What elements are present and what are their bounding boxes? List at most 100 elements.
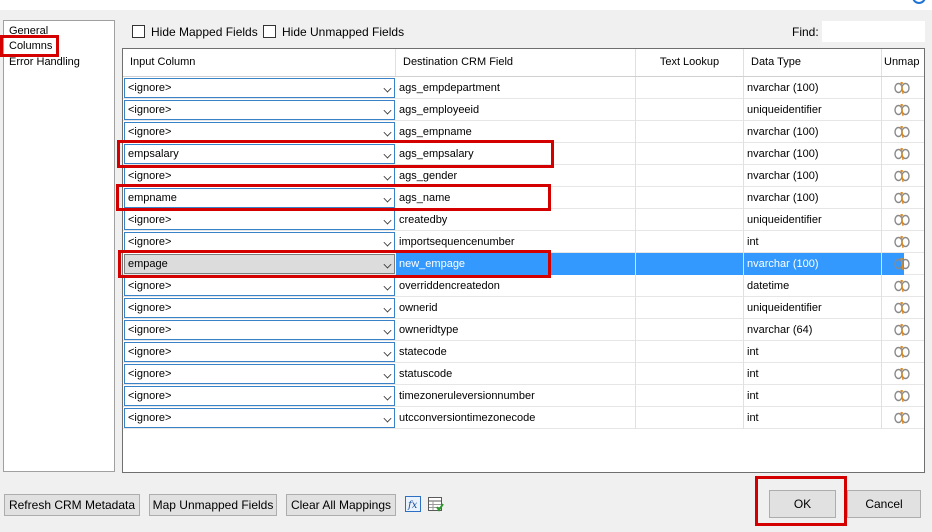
- text-lookup-cell[interactable]: [636, 143, 744, 165]
- spreadsheet-icon[interactable]: [428, 496, 444, 512]
- input-column-dropdown[interactable]: <ignore>: [124, 320, 395, 340]
- cancel-button[interactable]: Cancel: [847, 490, 921, 518]
- chevron-down-icon[interactable]: [383, 216, 392, 225]
- checkbox-box[interactable]: [263, 25, 276, 38]
- table-row[interactable]: <ignore> timezoneruleversionnumber int: [123, 385, 924, 407]
- chevron-down-icon[interactable]: [383, 348, 392, 357]
- chevron-down-icon[interactable]: [383, 128, 392, 137]
- input-column-dropdown[interactable]: <ignore>: [124, 298, 395, 318]
- chevron-down-icon[interactable]: [383, 172, 392, 181]
- unmap-icon[interactable]: [894, 367, 910, 381]
- table-row[interactable]: <ignore> createdby uniqueidentifier: [123, 209, 924, 231]
- unmap-icon[interactable]: [894, 125, 910, 139]
- unmap-icon[interactable]: [894, 169, 910, 183]
- text-lookup-cell[interactable]: [636, 209, 744, 231]
- input-column-dropdown[interactable]: <ignore>: [124, 210, 395, 230]
- chevron-down-icon[interactable]: [383, 150, 392, 159]
- header-data-type[interactable]: Data Type: [744, 49, 882, 76]
- chevron-down-icon[interactable]: [383, 370, 392, 379]
- header-text-lookup[interactable]: Text Lookup: [636, 49, 744, 76]
- text-lookup-cell[interactable]: [636, 385, 744, 407]
- clear-all-mappings-button[interactable]: Clear All Mappings: [286, 494, 396, 516]
- unmap-icon[interactable]: [894, 411, 910, 425]
- text-lookup-cell[interactable]: [636, 363, 744, 385]
- unmap-icon[interactable]: [894, 345, 910, 359]
- input-column-dropdown[interactable]: empage: [124, 254, 395, 274]
- chevron-down-icon[interactable]: [383, 392, 392, 401]
- unmap-icon[interactable]: [894, 257, 910, 271]
- table-row[interactable]: empsalary ags_empsalary nvarchar (100): [123, 143, 924, 165]
- header-destination-field[interactable]: Destination CRM Field: [396, 49, 636, 76]
- unmap-icon[interactable]: [894, 301, 910, 315]
- table-row[interactable]: <ignore> ags_gender nvarchar (100): [123, 165, 924, 187]
- chevron-down-icon[interactable]: [383, 304, 392, 313]
- input-column-dropdown[interactable]: <ignore>: [124, 408, 395, 428]
- table-row[interactable]: <ignore> overriddencreatedon datetime: [123, 275, 924, 297]
- table-row[interactable]: <ignore> utcconversiontimezonecode int: [123, 407, 924, 429]
- fx-function-icon[interactable]: fx: [405, 496, 421, 512]
- nav-item-columns[interactable]: Columns: [9, 40, 52, 52]
- hide-mapped-checkbox[interactable]: Hide Mapped Fields: [132, 24, 258, 39]
- text-lookup-cell[interactable]: [636, 297, 744, 319]
- text-lookup-cell[interactable]: [636, 407, 744, 429]
- table-row[interactable]: <ignore> ags_empdepartment nvarchar (100): [123, 77, 924, 99]
- unmap-icon[interactable]: [894, 389, 910, 403]
- nav-item-error-handling[interactable]: Error Handling: [9, 56, 80, 68]
- input-column-dropdown[interactable]: <ignore>: [124, 232, 395, 252]
- input-column-dropdown[interactable]: <ignore>: [124, 166, 395, 186]
- chevron-down-icon[interactable]: [383, 238, 392, 247]
- table-row[interactable]: empage new_empage nvarchar (100): [123, 253, 924, 275]
- chevron-down-icon[interactable]: [383, 106, 392, 115]
- text-lookup-cell[interactable]: [636, 275, 744, 297]
- input-column-dropdown[interactable]: <ignore>: [124, 100, 395, 120]
- table-row[interactable]: <ignore> importsequencenumber int: [123, 231, 924, 253]
- table-row[interactable]: <ignore> statecode int: [123, 341, 924, 363]
- refresh-crm-metadata-button[interactable]: Refresh CRM Metadata: [4, 494, 140, 516]
- unmap-icon[interactable]: [894, 81, 910, 95]
- text-lookup-cell[interactable]: [636, 341, 744, 363]
- input-column-dropdown[interactable]: <ignore>: [124, 276, 395, 296]
- unmap-icon[interactable]: [894, 279, 910, 293]
- unmap-icon[interactable]: [894, 213, 910, 227]
- input-column-dropdown[interactable]: empsalary: [124, 144, 395, 164]
- text-lookup-cell[interactable]: [636, 165, 744, 187]
- text-lookup-cell[interactable]: [636, 319, 744, 341]
- chevron-down-icon[interactable]: [383, 260, 392, 269]
- header-unmap[interactable]: Unmap: [882, 49, 924, 76]
- chevron-down-icon[interactable]: [383, 326, 392, 335]
- text-lookup-cell[interactable]: [636, 77, 744, 99]
- find-input[interactable]: [822, 21, 925, 42]
- unmap-icon[interactable]: [894, 191, 910, 205]
- text-lookup-cell[interactable]: [636, 231, 744, 253]
- table-row[interactable]: <ignore> ags_employeeid uniqueidentifier: [123, 99, 924, 121]
- text-lookup-cell[interactable]: [636, 99, 744, 121]
- chevron-down-icon[interactable]: [383, 194, 392, 203]
- nav-item-general[interactable]: General: [9, 25, 48, 37]
- input-column-dropdown[interactable]: <ignore>: [124, 386, 395, 406]
- input-column-dropdown[interactable]: <ignore>: [124, 122, 395, 142]
- unmap-icon[interactable]: [894, 235, 910, 249]
- table-row[interactable]: <ignore> owneridtype nvarchar (64): [123, 319, 924, 341]
- ok-button[interactable]: OK: [769, 490, 836, 518]
- map-unmapped-fields-button[interactable]: Map Unmapped Fields: [149, 494, 277, 516]
- table-row[interactable]: empname ags_name nvarchar (100): [123, 187, 924, 209]
- unmap-icon[interactable]: [894, 103, 910, 117]
- input-column-dropdown[interactable]: empname: [124, 188, 395, 208]
- input-column-dropdown[interactable]: <ignore>: [124, 364, 395, 384]
- table-row[interactable]: <ignore> statuscode int: [123, 363, 924, 385]
- header-input-column[interactable]: Input Column: [123, 49, 396, 76]
- input-column-dropdown[interactable]: <ignore>: [124, 78, 395, 98]
- text-lookup-cell[interactable]: [636, 187, 744, 209]
- table-row[interactable]: <ignore> ags_empname nvarchar (100): [123, 121, 924, 143]
- input-column-dropdown[interactable]: <ignore>: [124, 342, 395, 362]
- table-row[interactable]: <ignore> ownerid uniqueidentifier: [123, 297, 924, 319]
- chevron-down-icon[interactable]: [383, 414, 392, 423]
- checkbox-box[interactable]: [132, 25, 145, 38]
- text-lookup-cell[interactable]: [636, 253, 744, 275]
- chevron-down-icon[interactable]: [383, 282, 392, 291]
- unmap-icon[interactable]: [894, 147, 910, 161]
- unmap-icon[interactable]: [894, 323, 910, 337]
- hide-unmapped-checkbox[interactable]: Hide Unmapped Fields: [263, 24, 404, 39]
- chevron-down-icon[interactable]: [383, 84, 392, 93]
- text-lookup-cell[interactable]: [636, 121, 744, 143]
